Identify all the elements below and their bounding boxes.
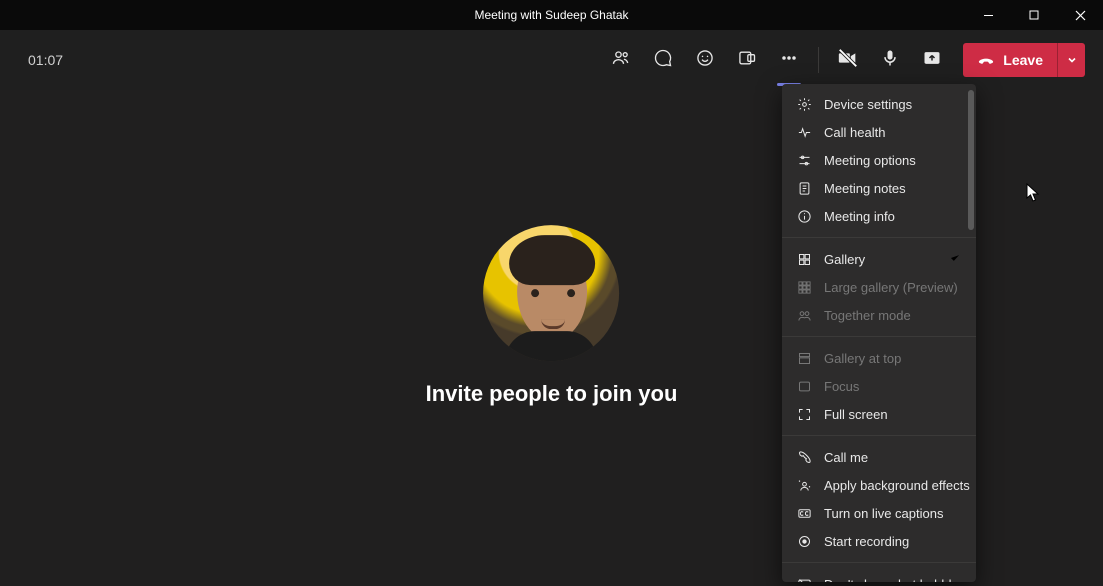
call-timer: 01:07: [28, 52, 63, 68]
menu-item-meeting-info[interactable]: Meeting info: [782, 202, 976, 230]
menu-item-label: Meeting options: [824, 153, 916, 168]
minimize-button[interactable]: [965, 0, 1011, 30]
grid-large-icon: [796, 279, 812, 295]
menu-item-start-recording[interactable]: Start recording: [782, 527, 976, 555]
hangup-icon: [977, 50, 995, 71]
menu-divider: [782, 237, 976, 238]
menu-item-full-screen[interactable]: Full screen: [782, 400, 976, 428]
fullscreen-icon: [796, 406, 812, 422]
share-button[interactable]: [911, 39, 953, 81]
grid-icon: [796, 251, 812, 267]
people-icon: [611, 48, 631, 73]
bubble-off-icon: [796, 576, 812, 582]
menu-item-label: Don't show chat bubbles: [824, 577, 965, 583]
menu-item-gallery[interactable]: Gallery: [782, 245, 976, 273]
menu-item-label: Call me: [824, 450, 868, 465]
info-icon: [796, 208, 812, 224]
menu-item-live-captions[interactable]: Turn on live captions: [782, 499, 976, 527]
check-icon: [948, 251, 962, 268]
window-title: Meeting with Sudeep Ghatak: [474, 8, 628, 22]
people-button[interactable]: [600, 39, 642, 81]
chat-icon: [653, 48, 673, 73]
menu-item-chat-bubbles[interactable]: Don't show chat bubbles: [782, 570, 976, 582]
maximize-button[interactable]: [1011, 0, 1057, 30]
menu-item-label: Meeting info: [824, 209, 895, 224]
gallery-top-icon: [796, 350, 812, 366]
toolbar-icons: [600, 39, 953, 81]
call-toolbar: 01:07 Leave: [0, 30, 1103, 90]
menu-item-label: Device settings: [824, 97, 912, 112]
sliders-icon: [796, 152, 812, 168]
menu-item-label: Meeting notes: [824, 181, 906, 196]
menu-item-label: Gallery at top: [824, 351, 901, 366]
chat-button[interactable]: [642, 39, 684, 81]
menu-item-device-settings[interactable]: Device settings: [782, 90, 976, 118]
gear-icon: [796, 96, 812, 112]
leave-label: Leave: [1003, 52, 1043, 68]
camera-toggle-button[interactable]: [827, 39, 869, 81]
menu-item-background-effects[interactable]: Apply background effects: [782, 471, 976, 499]
pulse-icon: [796, 124, 812, 140]
leave-button[interactable]: Leave: [963, 43, 1057, 77]
menu-item-label: Turn on live captions: [824, 506, 943, 521]
menu-item-focus: Focus: [782, 372, 976, 400]
invite-heading: Invite people to join you: [426, 381, 678, 407]
center-stage: Invite people to join you: [426, 225, 678, 407]
menu-item-call-health[interactable]: Call health: [782, 118, 976, 146]
menu-item-together-mode: Together mode: [782, 301, 976, 329]
close-button[interactable]: [1057, 0, 1103, 30]
menu-item-call-me[interactable]: Call me: [782, 443, 976, 471]
menu-item-label: Gallery: [824, 252, 865, 267]
camera-off-icon: [837, 47, 859, 74]
menu-item-label: Together mode: [824, 308, 911, 323]
rooms-icon: [737, 48, 757, 73]
menu-divider: [782, 562, 976, 563]
cc-icon: [796, 505, 812, 521]
menu-divider: [782, 336, 976, 337]
effects-icon: [796, 477, 812, 493]
reactions-icon: [695, 48, 715, 73]
mic-icon: [880, 48, 900, 73]
reactions-button[interactable]: [684, 39, 726, 81]
menu-item-label: Start recording: [824, 534, 909, 549]
menu-item-label: Call health: [824, 125, 885, 140]
menu-item-label: Apply background effects: [824, 478, 970, 493]
toolbar-divider: [818, 47, 819, 73]
leave-group: Leave: [963, 43, 1085, 77]
window-controls: [965, 0, 1103, 30]
record-icon: [796, 533, 812, 549]
together-icon: [796, 307, 812, 323]
titlebar: Meeting with Sudeep Ghatak: [0, 0, 1103, 30]
menu-item-large-gallery: Large gallery (Preview): [782, 273, 976, 301]
mic-toggle-button[interactable]: [869, 39, 911, 81]
focus-icon: [796, 378, 812, 394]
menu-item-meeting-notes[interactable]: Meeting notes: [782, 174, 976, 202]
menu-item-label: Full screen: [824, 407, 888, 422]
menu-item-label: Large gallery (Preview): [824, 280, 958, 295]
rooms-button[interactable]: [726, 39, 768, 81]
notes-icon: [796, 180, 812, 196]
share-screen-icon: [922, 48, 942, 73]
self-avatar: [483, 225, 619, 361]
menu-divider: [782, 435, 976, 436]
menu-scrollbar[interactable]: [968, 90, 974, 230]
menu-item-gallery-at-top: Gallery at top: [782, 344, 976, 372]
menu-item-label: Focus: [824, 379, 859, 394]
more-icon: [779, 48, 799, 73]
phone-icon: [796, 449, 812, 465]
more-actions-menu: Device settings Call health Meeting option…: [782, 84, 976, 582]
more-actions-button[interactable]: [768, 39, 810, 81]
menu-item-meeting-options[interactable]: Meeting options: [782, 146, 976, 174]
leave-options-button[interactable]: [1057, 43, 1085, 77]
meeting-window: Meeting with Sudeep Ghatak 01:07: [0, 0, 1103, 586]
